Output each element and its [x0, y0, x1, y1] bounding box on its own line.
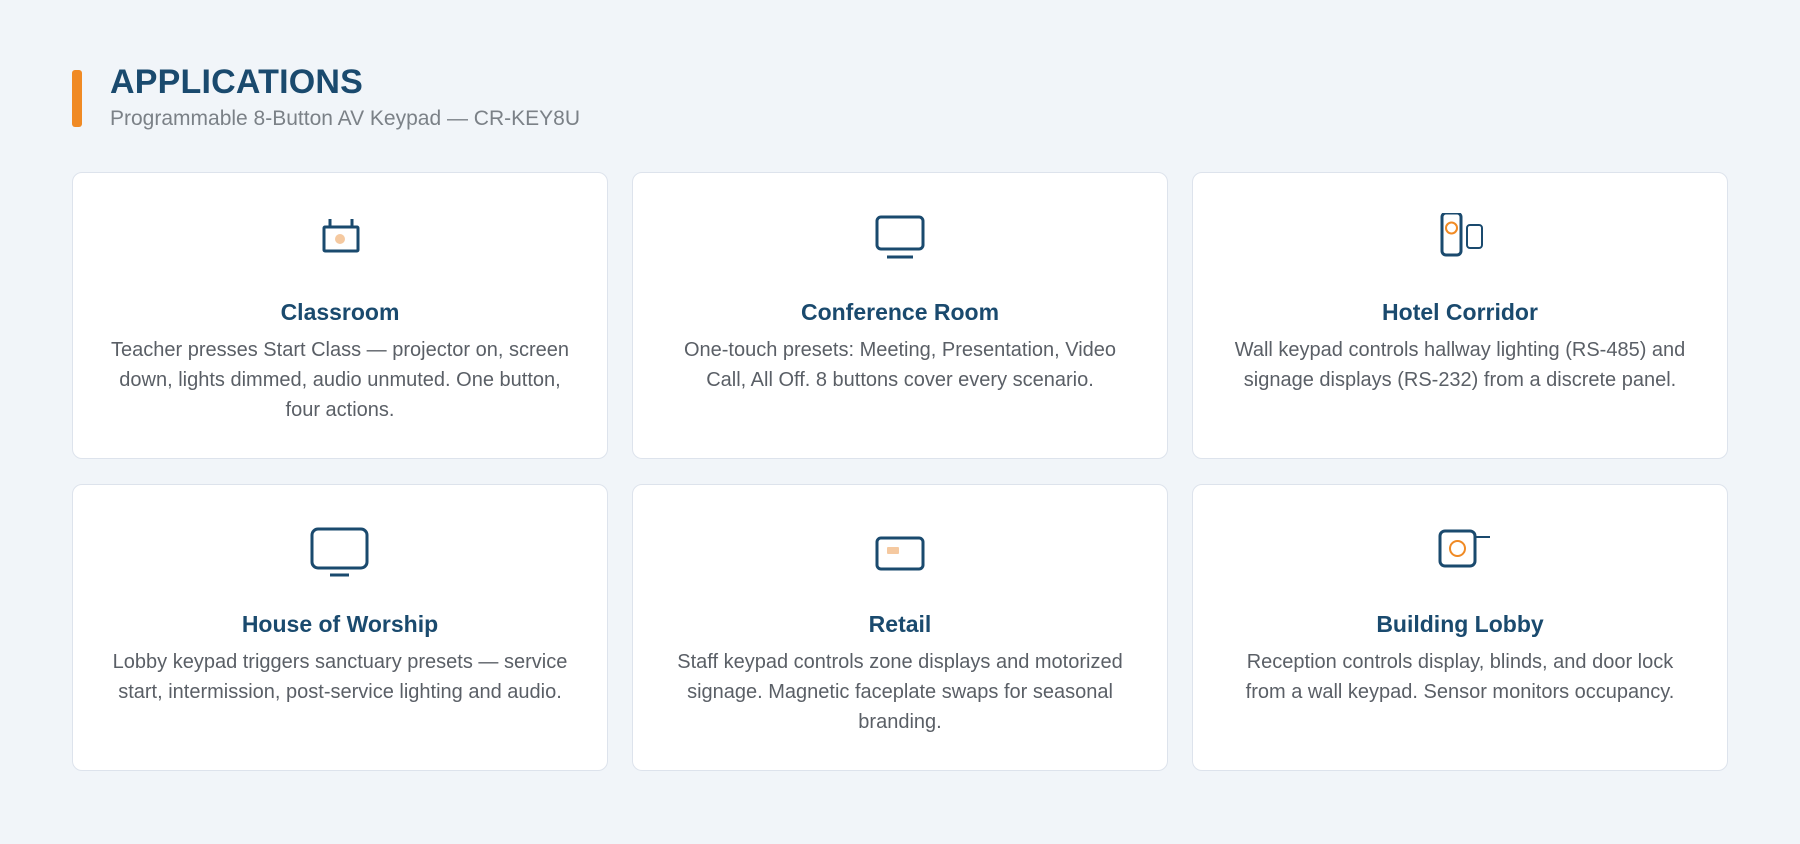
card-description: Lobby keypad triggers sanctuary presets …: [112, 651, 568, 703]
applications-grid: Classroom Teacher presses Start Class — …: [72, 172, 1728, 771]
large-display-icon: [305, 525, 375, 581]
card-title: Conference Room: [800, 299, 1000, 325]
card-description: Teacher presses Start Class — projector …: [111, 339, 569, 421]
monitor-icon: [865, 213, 935, 269]
page-header: APPLICATIONS Programmable 8-Button AV Ke…: [72, 62, 1072, 132]
keypad-and-panel-icon: [1425, 213, 1495, 269]
classroom-board-icon: [305, 213, 375, 269]
card-title: Retail: [868, 611, 932, 637]
page-subtitle: Programmable 8-Button AV Keypad — CR-KEY…: [110, 107, 580, 130]
card-title: Hotel Corridor: [1382, 299, 1538, 325]
page-title: APPLICATIONS: [110, 63, 364, 101]
application-card-retail: Retail Staff keypad controls zone displa…: [632, 484, 1168, 771]
application-card-conference-room: Conference Room One-touch presets: Meeti…: [632, 172, 1168, 459]
card-description: One-touch presets: Meeting, Presentation…: [683, 339, 1117, 391]
signage-display-icon: [865, 525, 935, 581]
card-title: Classroom: [280, 299, 400, 325]
accent-bar: [72, 70, 82, 127]
application-card-house-of-worship: House of Worship Lobby keypad triggers s…: [72, 484, 608, 771]
application-card-building-lobby: Building Lobby Reception controls displa…: [1192, 484, 1728, 771]
wall-keypad-sensor-icon: [1425, 525, 1495, 581]
card-title: Building Lobby: [1376, 611, 1544, 637]
application-card-classroom: Classroom Teacher presses Start Class — …: [72, 172, 608, 459]
card-title: House of Worship: [241, 611, 439, 637]
application-card-hotel-corridor: Hotel Corridor Wall keypad controls hall…: [1192, 172, 1728, 459]
card-description: Staff keypad controls zone displays and …: [677, 651, 1123, 733]
card-description: Wall keypad controls hallway lighting (R…: [1234, 339, 1686, 391]
card-description: Reception controls display, blinds, and …: [1245, 651, 1675, 703]
